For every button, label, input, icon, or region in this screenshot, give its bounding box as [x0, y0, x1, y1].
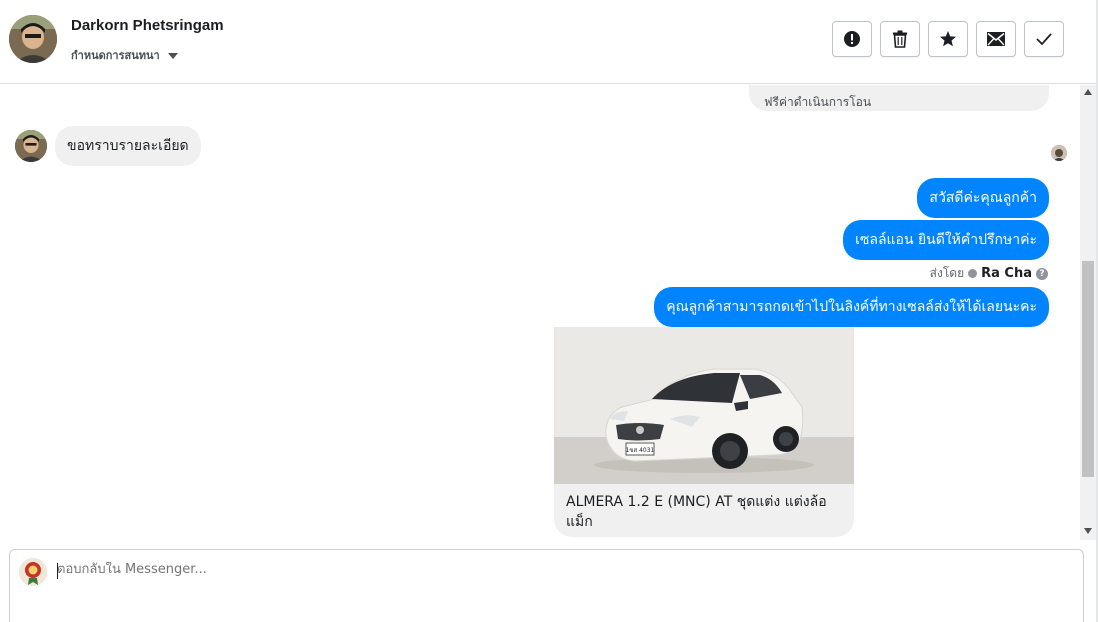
sent-by-agent: Ra Cha — [981, 266, 1032, 281]
license-plate: 1ขส 4031 — [626, 447, 655, 454]
verified-dot-icon — [968, 269, 978, 278]
messenger-inbox: Darkorn Phetsringam กำหนดการสนทนา ฟรีค่า… — [0, 0, 1098, 622]
sent-by-label: ส่งโดย — [929, 266, 965, 280]
outgoing-message[interactable]: สวัสดีค่ะคุณลูกค้า — [917, 178, 1049, 218]
link-card-title: ALMERA 1.2 E (MNC) AT ชุดแต่ง แต่งล้อแม็… — [566, 494, 827, 530]
scroll-thumb[interactable] — [1082, 261, 1094, 477]
reply-composer — [9, 549, 1084, 622]
mark-unread-button[interactable] — [976, 21, 1016, 57]
car-image: 1ขส 4031 — [554, 327, 854, 484]
seen-indicator-avatar — [1051, 145, 1067, 161]
reply-input[interactable] — [57, 562, 957, 577]
link-preview-card[interactable]: 1ขส 4031 ALMERA 1.2 E (MNC) AT ชุดแต่ง แ… — [554, 327, 854, 537]
alert-icon — [844, 31, 860, 47]
scroll-down-arrow-icon[interactable] — [1084, 528, 1092, 534]
message-text: ฟรีค่าดำเนินการโอน — [764, 95, 872, 109]
help-icon[interactable]: ? — [1036, 267, 1048, 280]
schedule-label: กำหนดการสนทนา — [71, 49, 160, 62]
check-icon — [1036, 33, 1052, 46]
header-actions — [832, 21, 1064, 57]
incoming-message-row: ขอทราบรายละเอียด — [15, 126, 201, 166]
outgoing-message-partial[interactable]: ฟรีค่าดำเนินการโอน — [749, 85, 1049, 111]
page-avatar — [19, 558, 47, 586]
incoming-message[interactable]: ขอทราบรายละเอียด — [55, 126, 201, 166]
contact-avatar[interactable] — [9, 15, 57, 63]
envelope-icon — [987, 32, 1005, 46]
message-thread[interactable]: ฟรีค่าดำเนินการโอน ขอทราบรายละเอียด สวัส… — [0, 85, 1080, 540]
delete-button[interactable] — [880, 21, 920, 57]
thread-scrollbar[interactable] — [1080, 85, 1096, 540]
sender-avatar[interactable] — [15, 130, 47, 162]
text-cursor — [57, 563, 58, 579]
scroll-up-arrow-icon[interactable] — [1084, 89, 1092, 95]
trash-icon — [893, 30, 907, 48]
sent-by-info: ส่งโดย Ra Cha ? — [930, 264, 1048, 283]
contact-name[interactable]: Darkorn Phetsringam — [71, 17, 224, 34]
star-icon — [940, 31, 956, 47]
conversation-header: Darkorn Phetsringam กำหนดการสนทนา — [0, 0, 1096, 84]
star-button[interactable] — [928, 21, 968, 57]
mark-spam-button[interactable] — [832, 21, 872, 57]
outgoing-message[interactable]: เซลล์แอน ยินดีให้คำปรึกษาค่ะ — [843, 220, 1049, 260]
outgoing-message[interactable]: คุณลูกค้าสามารถกดเข้าไปในลิงค์ที่ทางเซลล… — [654, 287, 1049, 327]
caret-down-icon — [167, 52, 178, 59]
schedule-conversation-dropdown[interactable]: กำหนดการสนทนา — [71, 46, 178, 64]
mark-done-button[interactable] — [1024, 21, 1064, 57]
